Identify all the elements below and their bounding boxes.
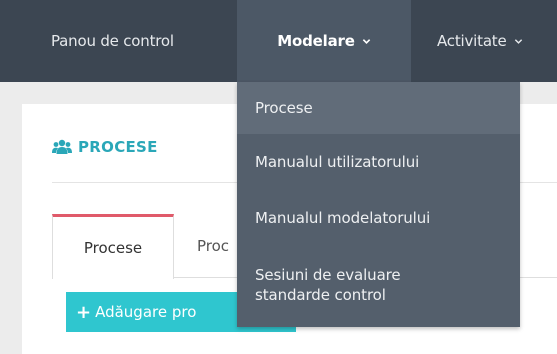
nav-item-activitate[interactable]: Activitate xyxy=(437,0,523,82)
menu-item-sesiuni-de-evaluare[interactable]: Sesiuni de evaluare standarde control xyxy=(237,248,520,322)
tab-second[interactable]: Proc xyxy=(197,214,229,278)
menu-item-manualul-modelatorului[interactable]: Manualul modelatorului xyxy=(237,190,520,246)
page-title: PROCESE xyxy=(52,138,158,156)
menu-item-manualul-utilizatorului[interactable]: Manualul utilizatorului xyxy=(237,134,520,190)
page-title-text: PROCESE xyxy=(78,138,158,156)
menu-item-label: Manualul modelatorului xyxy=(255,209,431,227)
nav-item-modelare[interactable]: Modelare xyxy=(237,0,411,82)
plus-icon: + xyxy=(76,301,92,323)
menu-item-label: Sesiuni de evaluare standarde control xyxy=(255,266,401,304)
chevron-down-icon xyxy=(362,37,371,46)
tab-procese[interactable]: Procese xyxy=(52,214,174,279)
tab-label: Procese xyxy=(83,239,143,257)
tab-label: Proc xyxy=(197,237,230,255)
top-navbar: Panou de control Modelare Activitate xyxy=(0,0,557,82)
users-icon xyxy=(52,139,72,155)
nav-item-label: Panou de control xyxy=(51,32,174,50)
menu-item-label: Manualul utilizatorului xyxy=(255,153,420,171)
add-button-label: Adăugare pro xyxy=(95,303,197,321)
nav-item-label: Activitate xyxy=(437,32,507,50)
chevron-down-icon xyxy=(514,37,523,46)
menu-item-label: Procese xyxy=(255,99,313,117)
modelare-dropdown-menu: Procese Manualul utilizatorului Manualul… xyxy=(237,82,520,327)
menu-item-procese[interactable]: Procese xyxy=(237,82,520,134)
nav-item-panou-de-control[interactable]: Panou de control xyxy=(51,0,174,82)
nav-item-label: Modelare xyxy=(277,32,355,50)
